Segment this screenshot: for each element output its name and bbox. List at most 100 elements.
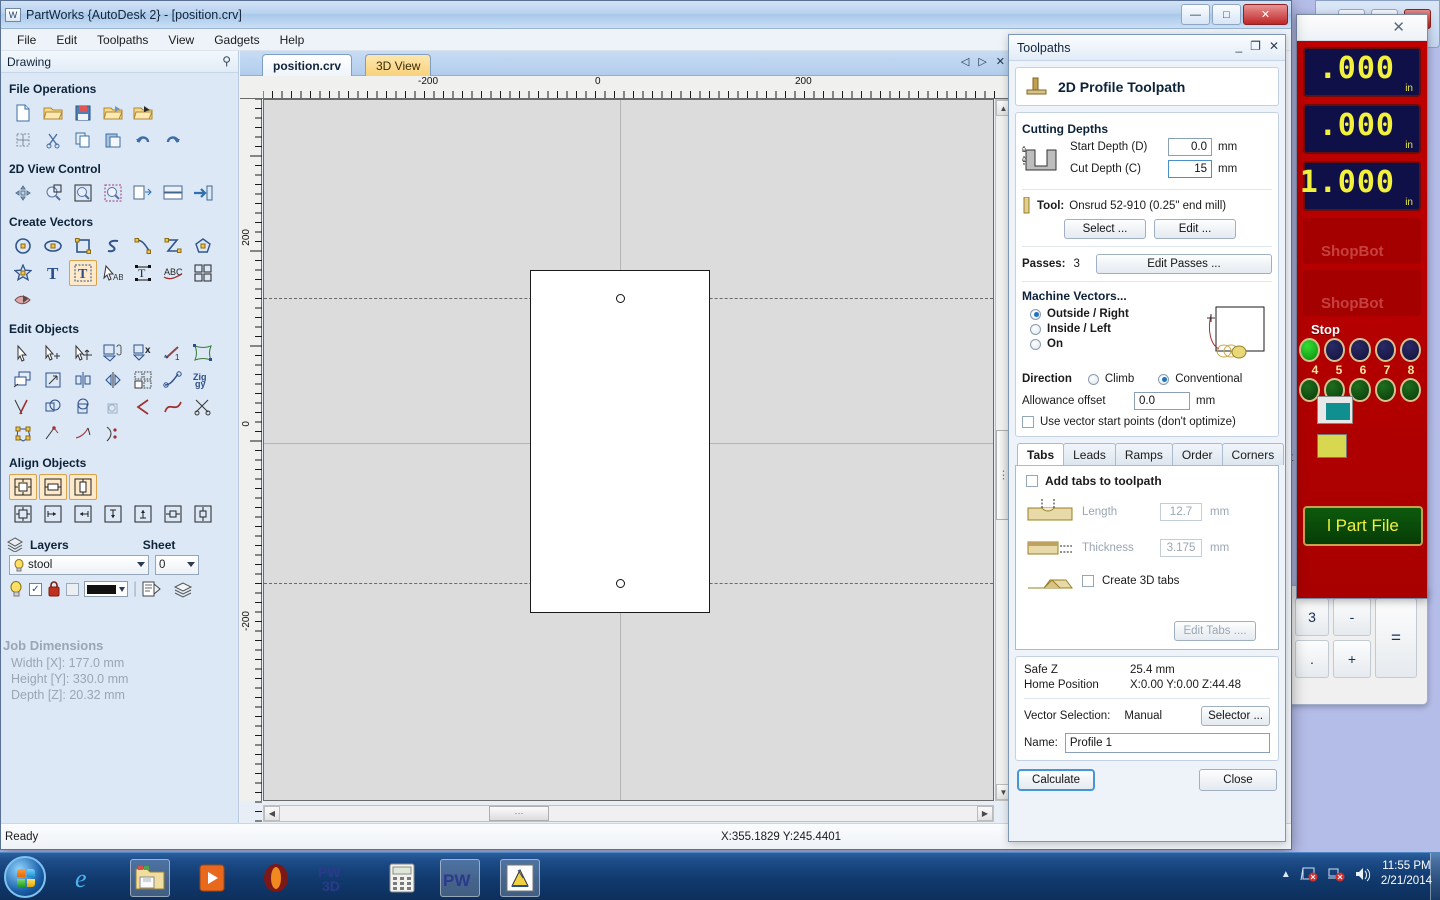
- toolpaths-close-icon[interactable]: ✕: [1269, 39, 1279, 53]
- text-on-curve-icon[interactable]: T: [129, 260, 157, 286]
- tab-ramps[interactable]: Ramps: [1114, 443, 1173, 465]
- taskbar-shopbot-icon[interactable]: [500, 859, 540, 897]
- insert-point-icon[interactable]: [39, 421, 67, 447]
- toolpaths-minimize-icon[interactable]: _: [1235, 39, 1242, 53]
- open-3d-view-icon[interactable]: [189, 180, 217, 206]
- space-vertical-icon[interactable]: [189, 501, 217, 527]
- split-view-icon[interactable]: [159, 180, 187, 206]
- tray-overflow-icon[interactable]: ▲: [1281, 869, 1291, 880]
- layer-select[interactable]: stool: [9, 555, 149, 575]
- move-tool-icon[interactable]: [69, 340, 97, 366]
- calc-key-equals[interactable]: =: [1375, 598, 1417, 678]
- calc-key-plus[interactable]: +: [1333, 640, 1371, 678]
- workpiece-rectangle[interactable]: [530, 270, 710, 613]
- cut-icon[interactable]: [39, 127, 67, 153]
- draw-star-icon[interactable]: [9, 260, 37, 286]
- align-page-center-icon[interactable]: [9, 501, 37, 527]
- tray-clock[interactable]: 11:55 PM 2/21/2014: [1381, 859, 1432, 889]
- taskbar-opera-browser-icon[interactable]: [256, 859, 296, 897]
- menu-toolpaths[interactable]: Toolpaths: [87, 31, 158, 49]
- cut-depth-input[interactable]: 15: [1168, 160, 1212, 178]
- close-toolpath-button[interactable]: Close: [1199, 769, 1277, 791]
- zoom-window-icon[interactable]: [39, 180, 67, 206]
- name-input[interactable]: Profile 1: [1064, 733, 1270, 753]
- offset-icon[interactable]: [9, 367, 37, 393]
- undo-icon[interactable]: [129, 127, 157, 153]
- calculator-window[interactable]: 3 - = . +: [1288, 585, 1428, 705]
- trace-bitmap-icon[interactable]: [9, 287, 37, 313]
- radio-on[interactable]: [1030, 338, 1041, 350]
- taskbar-partworks-3d-icon[interactable]: PW 3D: [316, 859, 356, 897]
- volume-icon[interactable]: [1354, 866, 1372, 882]
- output-toggle-5-icon[interactable]: [1324, 338, 1346, 362]
- align-center-horizontal-icon[interactable]: [39, 474, 67, 500]
- new-file-icon[interactable]: [9, 100, 37, 126]
- layer-lock-icon[interactable]: [47, 581, 61, 597]
- intersect-vectors-icon[interactable]: [99, 394, 127, 420]
- selector-button[interactable]: Selector ...: [1201, 706, 1270, 726]
- curve-point-icon[interactable]: [99, 421, 127, 447]
- calculate-button[interactable]: Calculate: [1017, 769, 1095, 791]
- edit-text-icon[interactable]: T: [69, 260, 97, 286]
- redo-icon[interactable]: [159, 127, 187, 153]
- minimize-button[interactable]: —: [1181, 4, 1210, 25]
- group-objects-icon[interactable]: [99, 340, 127, 366]
- toolpaths-restore-icon[interactable]: ❐: [1250, 39, 1261, 53]
- use-start-points-checkbox[interactable]: [1022, 416, 1034, 428]
- create-3d-tabs-checkbox[interactable]: [1082, 575, 1094, 587]
- edit-tabs-button[interactable]: Edit Tabs ....: [1174, 621, 1256, 641]
- radio-outside-right[interactable]: [1030, 308, 1041, 320]
- zoom-extents-icon[interactable]: [69, 180, 97, 206]
- menu-help[interactable]: Help: [270, 31, 315, 49]
- draw-curve-icon[interactable]: [129, 233, 157, 259]
- space-horizontal-icon[interactable]: [159, 501, 187, 527]
- sheet-select[interactable]: 0: [155, 555, 199, 575]
- layer-visibility-icon[interactable]: [9, 580, 24, 598]
- draw-circle-icon[interactable]: [9, 233, 37, 259]
- open-vector-icon[interactable]: [129, 394, 157, 420]
- edit-passes-button[interactable]: Edit Passes ...: [1095, 254, 1272, 274]
- radio-inside-left[interactable]: [1030, 323, 1041, 335]
- taskbar-internet-explorer-icon[interactable]: e: [66, 859, 106, 897]
- nest-vectors-icon[interactable]: Zig gy: [189, 367, 217, 393]
- create-text-icon[interactable]: T: [39, 260, 67, 286]
- select-all-icon[interactable]: [9, 127, 37, 153]
- layer-enabled-checkbox[interactable]: ✓: [29, 582, 42, 596]
- weld-vectors-icon[interactable]: [39, 394, 67, 420]
- select-tool-button[interactable]: Select ...: [1064, 219, 1146, 239]
- scroll-left-arrow-icon[interactable]: ◀: [264, 806, 280, 821]
- shopbot-file-icon[interactable]: [1317, 434, 1347, 458]
- canvas-horizontal-scrollbar[interactable]: ◀ ⋯ ▶: [263, 805, 994, 822]
- taskbar-media-player-icon[interactable]: [192, 859, 232, 897]
- draw-polygon-icon[interactable]: [189, 233, 217, 259]
- draw-bezier-icon[interactable]: [159, 233, 187, 259]
- mirror-icon[interactable]: [69, 367, 97, 393]
- tab-3d-view[interactable]: 3D View: [365, 54, 432, 76]
- draw-ellipse-icon[interactable]: [39, 233, 67, 259]
- allowance-offset-input[interactable]: 0.0: [1134, 392, 1190, 410]
- taskbar-calculator-icon[interactable]: [382, 859, 422, 897]
- tab-length-input[interactable]: 12.7: [1160, 503, 1202, 521]
- node-points-icon[interactable]: [9, 421, 37, 447]
- tab-corners[interactable]: Corners: [1221, 443, 1285, 465]
- output-toggle-6-icon[interactable]: [1349, 338, 1371, 362]
- join-vectors-icon[interactable]: [159, 367, 187, 393]
- taskbar-explorer-folder-icon[interactable]: [130, 859, 170, 897]
- menu-edit[interactable]: Edit: [46, 31, 87, 49]
- show-desktop-button[interactable]: [1430, 853, 1440, 900]
- edit-tool-button[interactable]: Edit ...: [1154, 219, 1236, 239]
- maximize-button[interactable]: □: [1212, 4, 1241, 25]
- add-tabs-checkbox[interactable]: [1026, 475, 1038, 487]
- calc-key-minus[interactable]: -: [1333, 598, 1371, 636]
- flip-icon[interactable]: [99, 367, 127, 393]
- tab-position-crv[interactable]: position.crv: [262, 54, 353, 76]
- input-indicator-7-icon[interactable]: [1374, 378, 1396, 402]
- layer-properties-icon[interactable]: [142, 581, 162, 598]
- start-depth-input[interactable]: 0.0: [1168, 138, 1212, 156]
- calc-key-dot[interactable]: .: [1295, 640, 1329, 678]
- fillet-icon[interactable]: [9, 394, 37, 420]
- menu-view[interactable]: View: [158, 31, 204, 49]
- tab-leads[interactable]: Leads: [1063, 443, 1116, 465]
- input-indicator-8-icon[interactable]: [1399, 378, 1422, 402]
- select-tool-icon[interactable]: [9, 340, 37, 366]
